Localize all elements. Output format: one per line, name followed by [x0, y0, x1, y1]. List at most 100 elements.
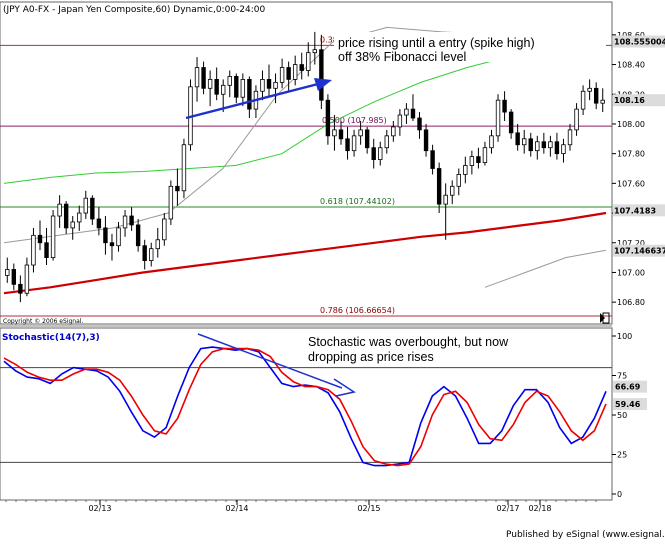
candle-body — [63, 203, 69, 229]
candle-body — [11, 269, 17, 285]
candle-body — [436, 168, 442, 205]
candle-body — [554, 141, 560, 155]
x-tick-label: 02/18 — [528, 504, 551, 513]
candle-body — [247, 79, 252, 110]
price-tick-label: 107.80 — [617, 150, 645, 159]
candle-body — [135, 224, 141, 247]
stochastic-annotation-line1: Stochastic was overbought, but now — [308, 335, 509, 349]
candle-body — [364, 129, 370, 149]
candle-body — [142, 245, 147, 261]
copyright-label: Copyright © 2006 eSignal. — [3, 318, 83, 325]
candle-body — [273, 81, 278, 89]
candle-body — [201, 67, 206, 89]
candle-body — [194, 67, 200, 88]
candle-body — [351, 135, 357, 152]
candle-body — [70, 221, 75, 229]
stoch-tick-label: 0 — [617, 490, 622, 499]
candle-body — [299, 64, 304, 71]
candle-body — [116, 227, 121, 247]
candle-body — [44, 242, 49, 259]
price-tag-label: 107.4183 — [614, 206, 656, 215]
candle-body — [489, 135, 494, 149]
price-tick-label: 108.40 — [617, 61, 645, 70]
candle-body — [482, 147, 488, 163]
x-tick-label: 02/14 — [225, 504, 248, 513]
candle-body — [384, 135, 389, 149]
candle-body — [77, 212, 82, 223]
price-tag-label: 107.146637 — [614, 247, 665, 256]
price-tick-label: 108.00 — [617, 120, 645, 129]
candle-body — [207, 79, 213, 89]
stoch-value-label: 66.69 — [615, 383, 641, 392]
stoch-tick-label: 100 — [617, 332, 632, 341]
candle-body — [423, 129, 429, 152]
fib-label-3: 0.786 (106.66654) — [320, 306, 395, 315]
candle-body — [96, 218, 102, 229]
price-tag-label: 108.555004 — [614, 38, 665, 47]
candle-body — [528, 138, 533, 152]
candle-body — [286, 67, 291, 80]
fib-label-1: 0.500 (107.985) — [322, 116, 387, 125]
candle-body — [37, 234, 43, 244]
candle-body — [469, 156, 475, 166]
stoch-tick-label: 50 — [617, 411, 627, 420]
candle-body — [240, 79, 246, 98]
candle-7 — [50, 210, 56, 261]
candle-body — [548, 141, 553, 149]
candle-body — [24, 264, 30, 294]
candle-body — [325, 99, 331, 137]
publisher-label: Published by eSignal (www.esignal.com) — [506, 530, 665, 540]
candle-body — [574, 108, 579, 131]
candle-75 — [495, 94, 501, 142]
candle-body — [587, 87, 592, 92]
candle-body — [319, 49, 324, 101]
candle-body — [306, 52, 311, 71]
candle-body — [508, 111, 514, 134]
candle-body — [292, 64, 298, 80]
candle-body — [417, 117, 422, 131]
candle-body — [463, 165, 468, 175]
candle-body — [50, 215, 56, 259]
candle-25 — [168, 180, 174, 225]
candle-body — [57, 203, 62, 217]
candle-body — [129, 215, 134, 226]
candle-body — [214, 79, 219, 95]
candle-body — [567, 129, 573, 146]
candle-body — [155, 239, 160, 250]
chart-canvas: (JPY A0-FX - Japan Yen Composite,60) Dyn… — [0, 0, 665, 540]
candle-body — [593, 87, 599, 104]
candle-body — [227, 76, 232, 86]
candle-body — [234, 76, 239, 98]
candle-27 — [181, 138, 187, 199]
candle-body — [109, 242, 115, 247]
candle-body — [535, 141, 540, 152]
candle-body — [580, 90, 586, 110]
price-annotation-line2: off 38% Fibonacci level — [338, 50, 466, 64]
x-tick-label: 02/15 — [357, 504, 380, 513]
candle-body — [332, 129, 337, 137]
candle-body — [502, 99, 507, 113]
stochastic-annotation-line2: dropping as price rises — [308, 350, 434, 364]
price-tag-label: 108.16 — [614, 96, 645, 105]
candle-body — [5, 269, 10, 276]
candle-28 — [188, 79, 193, 151]
stochastic-title: Stochastic(14(7),3) — [2, 333, 100, 343]
candle-body — [103, 227, 108, 244]
stoch-value-label: 59.46 — [615, 400, 641, 409]
stoch-tick-label: 25 — [617, 451, 627, 460]
stoch-tick-label: 75 — [617, 372, 627, 381]
candle-body — [338, 129, 344, 140]
price-tick-label: 106.80 — [617, 298, 645, 307]
chart-root: (JPY A0-FX - Japan Yen Composite,60) Dyn… — [0, 0, 665, 540]
candle-body — [31, 234, 36, 266]
fib-label-2: 0.618 (107.44102) — [320, 197, 395, 206]
candle-body — [18, 283, 23, 294]
candle-body — [221, 84, 226, 95]
candle-body — [515, 132, 520, 146]
candle-body — [122, 215, 128, 229]
candle-body — [83, 197, 88, 214]
candle-body — [175, 185, 180, 192]
candle-body — [378, 147, 383, 160]
candle-body — [345, 138, 350, 152]
candle-body — [397, 114, 403, 128]
